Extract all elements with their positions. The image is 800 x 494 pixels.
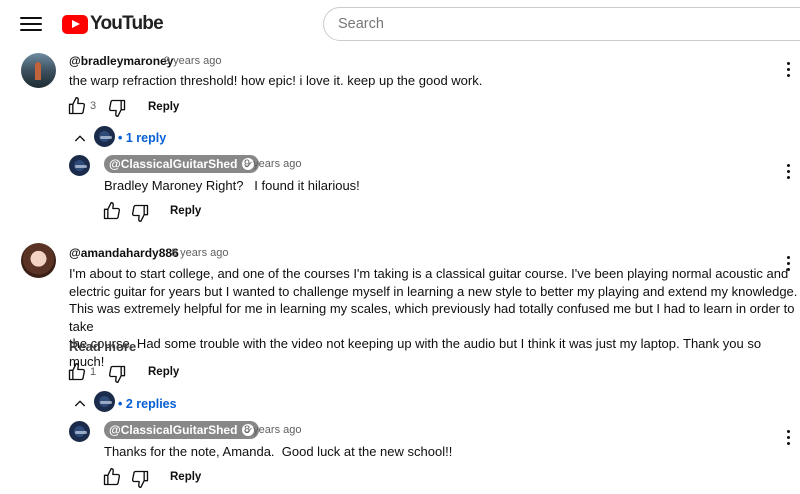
comment-text-line: the course. Had some trouble with the vi… bbox=[69, 336, 762, 369]
reply-button[interactable]: Reply bbox=[170, 471, 201, 483]
reply-button[interactable]: Reply bbox=[148, 366, 179, 378]
avatar[interactable] bbox=[21, 53, 56, 88]
reply-text: Bradley Maroney Right? I found it hilari… bbox=[104, 178, 360, 193]
reply-time[interactable]: 9 years ago bbox=[244, 158, 301, 170]
like-count: 1 bbox=[90, 366, 97, 378]
reply-avatar-preview bbox=[94, 391, 115, 412]
more-vert-icon[interactable] bbox=[785, 164, 791, 182]
channel-owner-badge[interactable]: @ClassicalGuitarShed bbox=[104, 155, 260, 173]
thumbs-up-icon[interactable] bbox=[102, 467, 122, 487]
avatar[interactable] bbox=[69, 155, 90, 176]
thumbs-up-icon[interactable] bbox=[102, 201, 122, 221]
youtube-logo[interactable]: YouTube bbox=[62, 13, 164, 35]
reply-button[interactable]: Reply bbox=[170, 205, 201, 217]
thumbs-down-icon[interactable] bbox=[107, 98, 127, 118]
thumbs-up-icon[interactable] bbox=[67, 96, 87, 116]
comment-time[interactable]: 9 years ago bbox=[164, 55, 221, 67]
more-vert-icon[interactable] bbox=[785, 256, 791, 274]
reply-button[interactable]: Reply bbox=[148, 101, 179, 113]
chevron-up-icon[interactable] bbox=[72, 396, 88, 412]
reply-time[interactable]: 8 years ago bbox=[244, 424, 301, 436]
reply-author: @ClassicalGuitarShed bbox=[109, 423, 238, 437]
more-vert-icon[interactable] bbox=[785, 430, 791, 448]
more-vert-icon[interactable] bbox=[785, 62, 791, 80]
channel-owner-badge[interactable]: @ClassicalGuitarShed bbox=[104, 421, 260, 439]
read-more-link[interactable]: Read more bbox=[69, 339, 136, 354]
reply-text: Thanks for the note, Amanda. Good luck a… bbox=[104, 444, 453, 459]
reply-author: @ClassicalGuitarShed bbox=[109, 157, 238, 171]
thumbs-down-icon[interactable] bbox=[107, 364, 127, 384]
replies-count-label: 2 replies bbox=[125, 397, 177, 411]
replies-count-label: 1 reply bbox=[125, 131, 167, 145]
avatar[interactable] bbox=[69, 421, 90, 442]
comment-text-line: This was extremely helpful for me in lea… bbox=[69, 301, 795, 334]
replies-toggle[interactable]: • 1 reply bbox=[118, 131, 166, 145]
chevron-up-icon[interactable] bbox=[72, 131, 88, 147]
comment-text: the warp refraction threshold! how epic!… bbox=[69, 73, 483, 88]
comment-text-line: I'm about to start college, and one of t… bbox=[69, 266, 789, 281]
avatar[interactable] bbox=[21, 243, 56, 278]
thumbs-up-icon[interactable] bbox=[67, 362, 87, 382]
like-count: 3 bbox=[90, 100, 97, 112]
comment-text-line: electric guitar for years but I wanted t… bbox=[69, 283, 798, 299]
replies-toggle[interactable]: • 2 replies bbox=[118, 397, 177, 411]
comment-author[interactable]: @amandahardy886 bbox=[69, 246, 179, 260]
logo-text: YouTube bbox=[90, 13, 164, 34]
comment-time[interactable]: 8 years ago bbox=[171, 247, 228, 259]
thumbs-down-icon[interactable] bbox=[130, 469, 150, 489]
youtube-logo-icon bbox=[62, 14, 88, 34]
comment-author[interactable]: @bradleymaroney bbox=[69, 54, 173, 68]
comment-text: I'm about to start college, and one of t… bbox=[69, 265, 800, 370]
reply-avatar-preview bbox=[94, 126, 115, 147]
thumbs-down-icon[interactable] bbox=[130, 203, 150, 223]
search-input[interactable] bbox=[323, 7, 800, 41]
top-bar: YouTube bbox=[0, 0, 800, 48]
menu-icon[interactable] bbox=[20, 14, 42, 34]
